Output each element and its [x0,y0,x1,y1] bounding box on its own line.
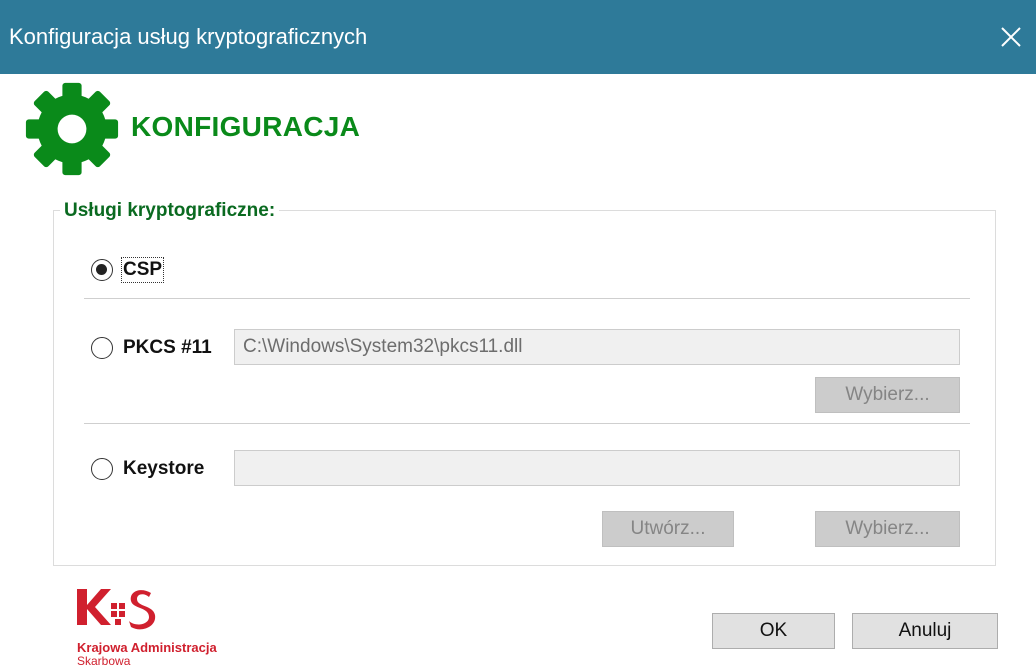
title-bar: Konfiguracja usług kryptograficznych [0,0,1036,74]
keystore-label[interactable]: Keystore [123,458,204,480]
group-legend: Usługi kryptograficzne: [60,200,280,222]
window-title: Konfiguracja usług kryptograficznych [9,24,368,49]
close-icon[interactable] [994,20,1028,54]
pkcs11-path-field[interactable]: C:\Windows\System32\pkcs11.dll [234,329,960,365]
logo-text-line2: Skarbowa [77,654,131,668]
csp-label[interactable]: CSP [120,257,165,283]
separator [84,423,970,424]
logo-text-line1: Krajowa Administracja [77,640,217,655]
keystore-browse-button[interactable]: Wybierz... [815,511,960,547]
gear-icon [25,82,119,176]
pkcs11-browse-button[interactable]: Wybierz... [815,377,960,413]
pkcs11-label[interactable]: PKCS #11 [123,337,212,359]
keystore-path-field[interactable] [234,450,960,486]
pkcs11-radio[interactable] [91,337,113,359]
keystore-radio[interactable] [91,458,113,480]
csp-radio[interactable] [91,259,113,281]
keystore-create-button[interactable]: Utwórz... [602,511,734,547]
separator [84,298,970,299]
cancel-button[interactable]: Anuluj [852,613,998,649]
kas-logo [77,589,156,630]
page-title: KONFIGURACJA [131,111,361,142]
ok-button[interactable]: OK [712,613,835,649]
